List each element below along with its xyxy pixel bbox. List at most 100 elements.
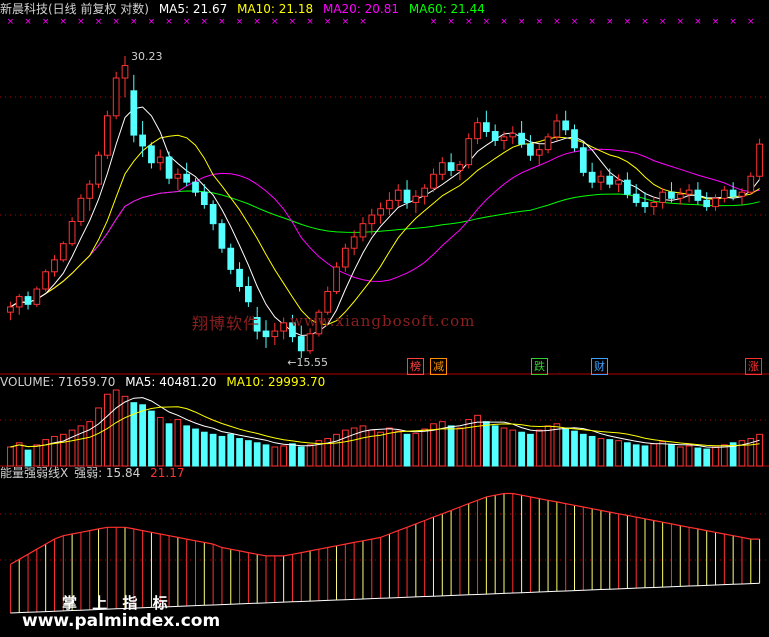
volume-bar <box>121 395 129 467</box>
volume-bar <box>412 432 420 467</box>
volume-bar <box>659 441 667 467</box>
candle-body <box>703 199 711 208</box>
candle-body <box>68 221 76 245</box>
volume-bar <box>368 429 376 467</box>
candle-body <box>341 247 349 268</box>
ma20-readout: MA20: 20.81 <box>322 2 399 16</box>
event-tag-5[interactable]: 涨 <box>745 358 762 375</box>
signal-cross-mark: × <box>729 17 737 27</box>
volume-bar <box>333 433 340 467</box>
candle-body <box>500 136 508 141</box>
candle-body <box>632 193 640 203</box>
candle-body <box>156 156 164 164</box>
brand-url: www.palmindex.com <box>22 611 221 631</box>
candle-body <box>236 268 243 288</box>
candle-body <box>562 120 570 131</box>
candle-body <box>148 145 155 164</box>
signal-cross-mark: × <box>571 17 579 27</box>
candle-body <box>597 175 605 183</box>
candle-body <box>77 197 85 223</box>
volume-bar <box>245 440 252 467</box>
volume-bar <box>535 429 543 467</box>
signal-cross-mark: × <box>24 17 32 27</box>
volume-bar <box>306 444 314 467</box>
candle-body <box>359 223 367 238</box>
volume-bar <box>597 438 605 467</box>
volume-bar <box>641 445 649 467</box>
candle-body <box>103 115 111 156</box>
signal-cross-mark: × <box>747 17 755 27</box>
ma20-line <box>10 148 760 308</box>
signal-cross-mark: × <box>201 17 209 27</box>
candle-body <box>729 189 737 197</box>
volume-readout: VOLUME: 71659.70 <box>0 375 116 389</box>
indicator-value: 强弱: 15.84 <box>74 466 141 480</box>
candle-body <box>456 164 464 171</box>
main-panel-header: 新晨科技(日线 前复权 对数) MA5: 21.67 MA10: 21.18 M… <box>0 2 491 16</box>
volume-bar <box>209 433 217 467</box>
candle-body <box>527 143 534 156</box>
candle-body <box>403 189 411 203</box>
signal-cross-mark: × <box>606 17 614 27</box>
volume-bar <box>491 425 499 467</box>
candle-body <box>588 171 596 183</box>
volume-bar <box>562 427 570 467</box>
volume-bar <box>183 425 191 467</box>
event-tag-3[interactable]: 跌 <box>531 358 548 375</box>
signal-cross-mark: × <box>500 17 508 27</box>
indicator-name: 能量强弱线X <box>0 466 69 480</box>
signal-cross-mark: × <box>7 17 15 27</box>
candle-body <box>112 77 120 117</box>
brand-title: 掌 上 指 标 <box>62 594 173 612</box>
candle-body <box>438 162 446 175</box>
signal-cross-mark: × <box>430 17 438 27</box>
candle-body <box>280 322 288 332</box>
signal-cross-mark: × <box>77 17 85 27</box>
candle-body <box>624 179 631 195</box>
volume-bar <box>289 443 296 467</box>
volume-bar <box>59 433 67 467</box>
candle-body <box>297 336 305 352</box>
candle-body <box>712 197 719 208</box>
signal-cross-mark: × <box>342 17 350 27</box>
stock-title: 新晨科技(日线 前复权 对数) <box>0 2 149 16</box>
candle-body <box>368 214 376 225</box>
candle-body <box>42 271 50 290</box>
candle-body <box>209 204 217 225</box>
volume-bar <box>218 435 226 467</box>
volume-bar <box>130 402 138 467</box>
event-tag-1[interactable]: 榜 <box>407 358 424 375</box>
event-tag-4[interactable]: 财 <box>591 358 608 375</box>
candle-body <box>579 147 587 173</box>
candle-body <box>447 162 455 171</box>
volume-bar <box>403 433 411 467</box>
signal-cross-mark: × <box>112 17 120 27</box>
volume-bar <box>280 445 288 467</box>
candle-body <box>394 189 402 201</box>
volume-bar <box>341 429 349 467</box>
signal-cross-mark: × <box>465 17 473 27</box>
candle-body <box>474 122 481 140</box>
volume-bar <box>421 428 429 467</box>
volume-bar <box>174 419 182 467</box>
volume-bar <box>509 429 517 467</box>
candle-body <box>139 134 146 147</box>
candle-body <box>720 189 728 199</box>
candle-body <box>15 296 23 308</box>
volume-bar <box>51 435 58 467</box>
volume-bar <box>482 421 490 467</box>
candle-body <box>738 191 746 197</box>
volume-bar <box>148 410 155 467</box>
signal-cross-mark: × <box>588 17 596 27</box>
candle-body <box>130 90 138 136</box>
event-tag-2[interactable]: 减 <box>430 358 447 375</box>
indicator-extra: 21.17 <box>150 466 185 480</box>
signal-cross-mark: × <box>165 17 173 27</box>
volume-bar <box>68 429 76 467</box>
volume-bar <box>24 449 32 467</box>
signal-cross-mark: × <box>447 17 455 27</box>
candle-body <box>245 286 252 303</box>
candle-body <box>553 120 561 138</box>
kline-chart-stage: { "header": { "title": "新晨科技(日线 前复权 对数)"… <box>0 0 769 637</box>
candle-body <box>518 132 525 145</box>
